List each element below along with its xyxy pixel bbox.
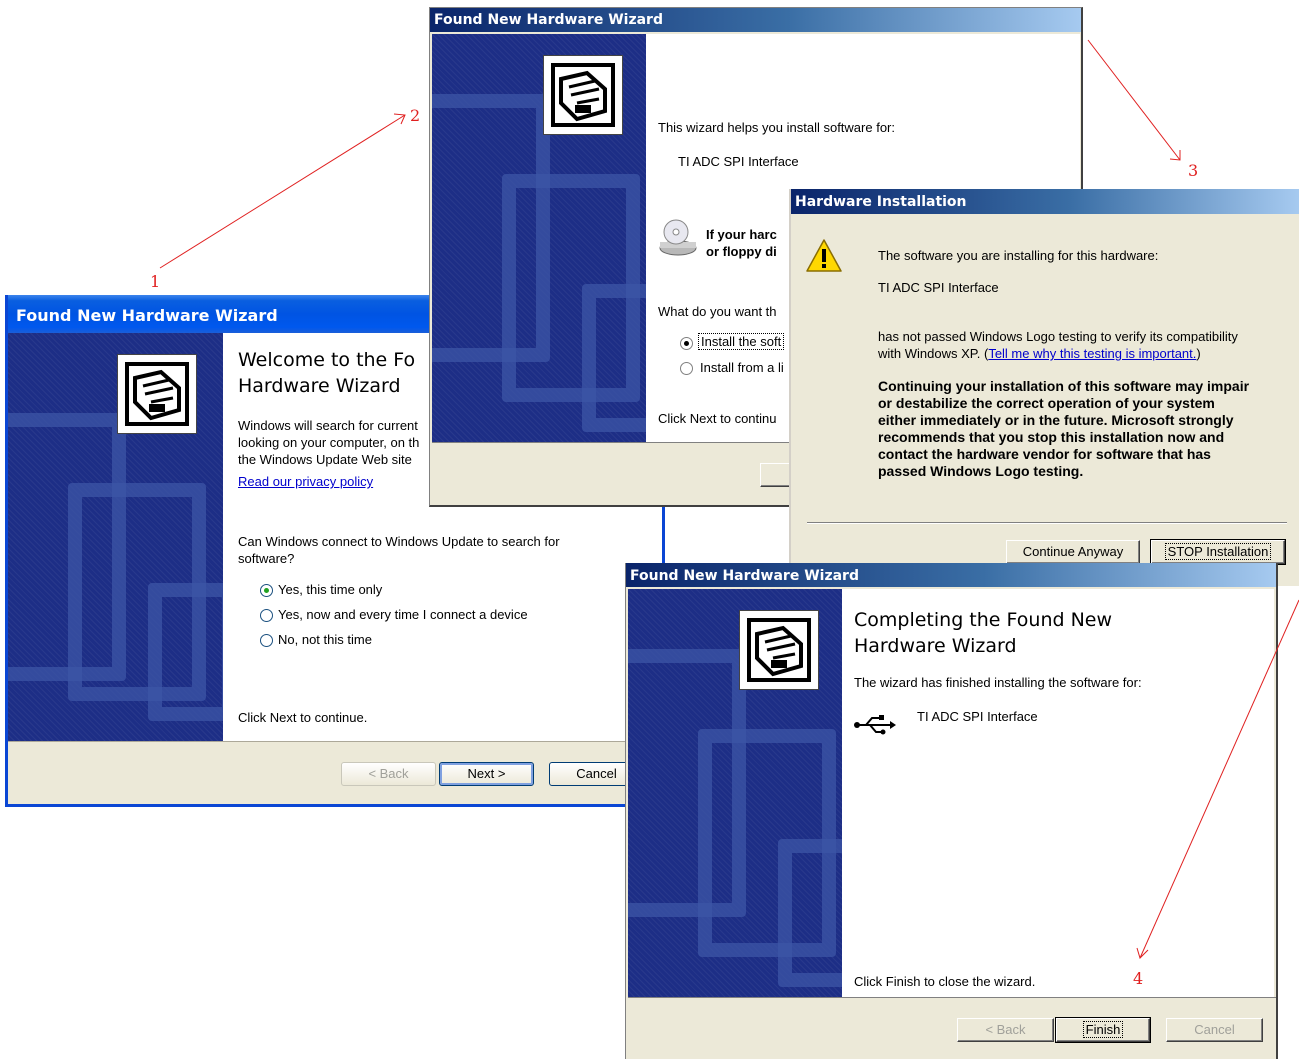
windows-update-question: Can Windows connect to Windows Update to… [238,534,560,566]
warning-divider [807,522,1287,524]
hardware-wizard-icon [739,610,819,690]
usb-icon [852,714,896,736]
hardware-wizard-icon [117,354,197,434]
completing-wizard-titlebar[interactable]: Found New Hardware Wizard [626,563,1276,587]
next-button[interactable]: Next > [439,762,534,786]
install-device-name: TI ADC SPI Interface [678,154,799,169]
finish-button[interactable]: Finish [1055,1017,1151,1043]
install-wizard-title: Found New Hardware Wizard [434,12,663,28]
step-4-label: 4 [1133,969,1144,988]
warning-line-2a: has not passed Windows Logo testing to v… [878,329,1238,344]
completing-heading: Completing the Found New Hardware Wizard [854,609,1113,657]
completing-side-panel [628,589,842,997]
back-button[interactable]: < Back [341,762,436,786]
install-side-panel [432,34,646,442]
completing-line-1: The wizard has finished installing the s… [854,675,1142,690]
warning-line-1: The software you are installing for this… [878,248,1159,263]
radio-yes-every-time[interactable] [260,609,273,622]
welcome-heading: Welcome to the Fo Hardware Wizard [238,349,416,397]
welcome-intro-3: the Windows Update Web site [238,452,412,467]
cancel-button[interactable]: Cancel [1166,1018,1263,1042]
step-1-label: 1 [150,272,161,291]
radio-yes-this-time-label[interactable]: Yes, this time only [278,582,382,597]
radio-install-automatically[interactable] [680,337,693,350]
hardware-installation-titlebar[interactable]: Hardware Installation [791,189,1299,214]
completing-instruction: Click Finish to close the wizard. [854,974,1036,989]
welcome-intro-2: looking on your computer, on th [238,435,420,450]
completing-wizard-window: Found New Hardware Wizard Completing the… [625,563,1278,1059]
step-2-label: 2 [410,106,421,125]
radio-install-from-list-label[interactable]: Install from a li [700,360,784,375]
install-instruction: Click Next to continu [658,411,777,426]
install-intro: This wizard helps you install software f… [658,120,895,135]
install-cd-text: If your harc or floppy di [706,227,777,259]
privacy-policy-link[interactable]: Read our privacy policy [238,474,373,489]
welcome-intro-1: Windows will search for current [238,418,418,433]
radio-yes-every-time-label[interactable]: Yes, now and every time I connect a devi… [278,607,528,622]
radio-no-not-this-time-label[interactable]: No, not this time [278,632,372,647]
warning-icon [805,237,843,275]
hardware-installation-title: Hardware Installation [795,194,967,210]
welcome-instruction: Click Next to continue. [238,710,368,725]
cd-drive-icon [658,218,698,258]
back-button[interactable]: < Back [957,1018,1054,1042]
completing-footer: < Back Finish Cancel [628,997,1276,1059]
radio-yes-this-time[interactable] [260,584,273,597]
welcome-side-panel [8,333,223,741]
radio-install-automatically-label[interactable]: Install the soft [698,333,785,350]
completing-device-name: TI ADC SPI Interface [917,709,1038,724]
warning-bold-text: Continuing your installation of this sof… [878,378,1250,479]
logo-testing-link[interactable]: Tell me why this testing is important. [988,346,1196,361]
hardware-installation-dialog: Hardware Installation The software you a… [789,189,1299,586]
stop-installation-button[interactable]: STOP Installation [1150,539,1286,565]
warning-line-2b: with Windows XP. (Tell me why this testi… [878,346,1201,361]
radio-install-from-list[interactable] [680,362,693,375]
warning-device-name: TI ADC SPI Interface [878,280,999,295]
completing-wizard-title: Found New Hardware Wizard [630,568,859,584]
completing-content: Completing the Found New Hardware Wizard… [842,589,1274,997]
continue-anyway-button[interactable]: Continue Anyway [1006,540,1140,564]
step-3-label: 3 [1188,161,1199,180]
welcome-footer: < Back Next > Cancel [8,741,662,804]
welcome-wizard-title: Found New Hardware Wizard [16,306,278,325]
hardware-wizard-icon [543,55,623,135]
install-wizard-titlebar[interactable]: Found New Hardware Wizard [430,8,1081,32]
radio-no-not-this-time[interactable] [260,634,273,647]
install-question: What do you want th [658,304,777,319]
